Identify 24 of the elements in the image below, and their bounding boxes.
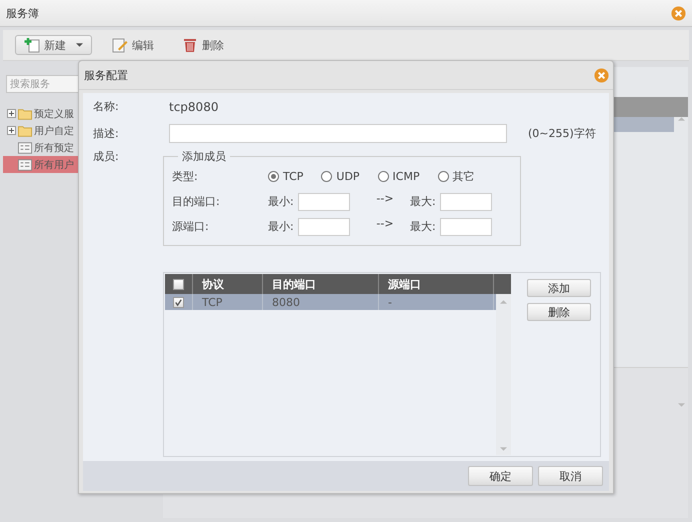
tree-label: 预定义服	[34, 108, 74, 120]
field-label: 目的端口:	[172, 194, 221, 209]
window-title: 服务簿	[6, 6, 39, 20]
dialog-title: 服务配置	[84, 68, 128, 82]
name-value: tcp8080	[169, 100, 218, 114]
field-label: 类型:	[172, 169, 199, 184]
table-cell: -	[379, 294, 494, 310]
tree-label: 所有用户	[34, 158, 74, 172]
field-label: 源端口:	[172, 219, 210, 234]
min-label: 最小:	[268, 219, 295, 234]
range-arrow: -->	[375, 192, 395, 205]
max-label: 最大:	[410, 219, 437, 234]
table-cell: TCP	[193, 294, 263, 310]
range-arrow: -->	[375, 217, 395, 230]
min-label: 最小:	[268, 194, 295, 209]
table-cell: 8080	[263, 294, 379, 310]
field-label: 名称:	[93, 99, 120, 114]
group-title: 添加成员	[181, 149, 227, 164]
max-label: 最大:	[410, 194, 437, 209]
tree-label: 所有预定	[34, 142, 74, 154]
tree-label: 用户自定	[34, 124, 74, 138]
field-label: 描述:	[93, 126, 120, 141]
length-hint: (0~255)字符	[528, 126, 596, 141]
field-label: 成员:	[93, 149, 120, 164]
